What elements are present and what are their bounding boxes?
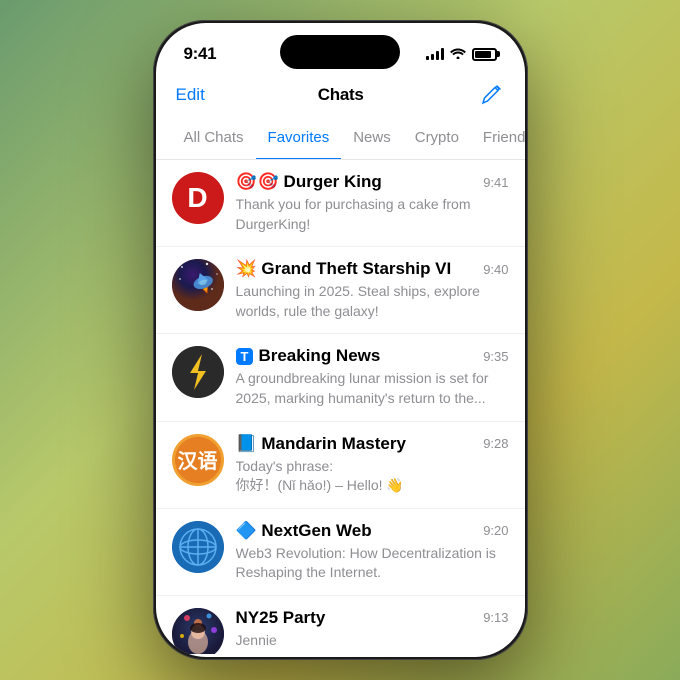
chat-content-gts: 💥 Grand Theft Starship VI 9:40 Launching… <box>236 259 509 321</box>
chat-name-mandarin: 📘 Mandarin Mastery <box>236 434 406 454</box>
avatar-breaking-news <box>172 346 224 398</box>
chat-header-row-bn: T Breaking News 9:35 <box>236 346 509 366</box>
tab-favorites[interactable]: Favorites <box>256 121 342 160</box>
chat-time-bn: 9:35 <box>483 349 508 364</box>
chat-time-durger-king: 9:41 <box>483 175 508 190</box>
chat-item-breaking-news[interactable]: T Breaking News 9:35 A groundbreaking lu… <box>156 334 525 421</box>
chat-name-gts: 💥 Grand Theft Starship VI <box>236 259 452 279</box>
page-title: Chats <box>318 85 364 105</box>
tabs-container: All Chats Favorites News Crypto Friends <box>156 121 525 160</box>
chat-item-nextgen[interactable]: 🔷 NextGen Web 9:20 Web3 Revolution: How … <box>156 509 525 596</box>
chat-item-mandarin[interactable]: 汉语 📘 Mandarin Mastery 9:28 Today's phras… <box>156 422 525 509</box>
chat-preview-bn: A groundbreaking lunar mission is set fo… <box>236 369 509 408</box>
dynamic-island <box>280 35 400 69</box>
chat-preview-gts: Launching in 2025. Steal ships, explore … <box>236 282 509 321</box>
chat-header-row: 🎯 🎯 Durger King 9:41 <box>236 172 509 192</box>
tab-crypto[interactable]: Crypto <box>403 121 471 160</box>
wifi-icon <box>450 46 466 62</box>
chat-header-row-mandarin: 📘 Mandarin Mastery 9:28 <box>236 434 509 454</box>
battery-icon <box>472 48 497 61</box>
chat-name-nextgen: 🔷 NextGen Web <box>236 521 372 541</box>
chat-header-row-gts: 💥 Grand Theft Starship VI 9:40 <box>236 259 509 279</box>
chat-preview-durger-king: Thank you for purchasing a cake from Dur… <box>236 195 509 234</box>
chat-header-row-ny25: NY25 Party 9:13 <box>236 608 509 628</box>
chat-item-gts[interactable]: 💥 Grand Theft Starship VI 9:40 Launching… <box>156 247 525 334</box>
chat-preview-nextgen: Web3 Revolution: How Decentralization is… <box>236 544 509 583</box>
status-icons <box>426 46 497 62</box>
chat-content-nextgen: 🔷 NextGen Web 9:20 Web3 Revolution: How … <box>236 521 509 583</box>
tab-all-chats[interactable]: All Chats <box>172 121 256 160</box>
avatar-mandarin: 汉语 <box>172 434 224 486</box>
chat-time-nextgen: 9:20 <box>483 523 508 538</box>
chat-name-durger-king: 🎯 🎯 Durger King <box>236 172 382 192</box>
header: Edit Chats <box>156 77 525 121</box>
status-time: 9:41 <box>184 44 217 64</box>
chat-list: D 🎯 🎯 Durger King 9:41 Thank you for pur… <box>156 160 525 654</box>
tabs-row: All Chats Favorites News Crypto Friends <box>172 121 509 159</box>
chat-preview-mandarin: Today's phrase:你好！(Nǐ hǎo!) – Hello! 👋 <box>236 457 509 496</box>
chat-content-durger-king: 🎯 🎯 Durger King 9:41 Thank you for purch… <box>236 172 509 234</box>
chat-preview-ny25: Jennie <box>236 631 509 651</box>
chat-time-gts: 9:40 <box>483 262 508 277</box>
chat-item-durger-king[interactable]: D 🎯 🎯 Durger King 9:41 Thank you for pur… <box>156 160 525 247</box>
mandarin-avatar-text: 汉语 <box>178 445 218 474</box>
avatar-durger-king: D <box>172 172 224 224</box>
chat-name-bn: T Breaking News <box>236 346 381 366</box>
avatar-ny25 <box>172 608 224 654</box>
chat-time-ny25: 9:13 <box>483 610 508 625</box>
chat-item-ny25[interactable]: NY25 Party 9:13 Jennie <box>156 596 525 654</box>
avatar-nextgen <box>172 521 224 573</box>
avatar-gts <box>172 259 224 311</box>
phone-screen: 9:41 <box>156 23 525 657</box>
chat-header-row-nextgen: 🔷 NextGen Web 9:20 <box>236 521 509 541</box>
chat-content-ny25: NY25 Party 9:13 Jennie <box>236 608 509 651</box>
chat-name-ny25: NY25 Party <box>236 608 326 628</box>
signal-icon <box>426 48 444 60</box>
chat-content-mandarin: 📘 Mandarin Mastery 9:28 Today's phrase:你… <box>236 434 509 496</box>
tab-friends[interactable]: Friends <box>471 121 525 160</box>
chat-time-mandarin: 9:28 <box>483 436 508 451</box>
tab-news[interactable]: News <box>341 121 403 160</box>
phone-shell: 9:41 <box>153 20 528 660</box>
chat-content-bn: T Breaking News 9:35 A groundbreaking lu… <box>236 346 509 408</box>
edit-button[interactable]: Edit <box>176 85 205 105</box>
compose-button[interactable] <box>477 81 505 109</box>
